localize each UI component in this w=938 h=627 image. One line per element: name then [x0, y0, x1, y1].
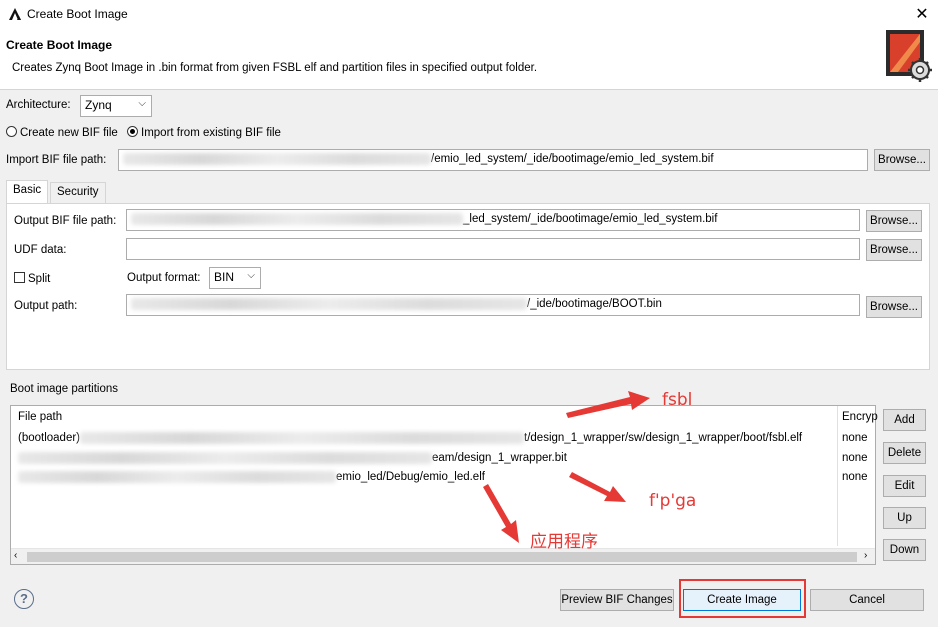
- import-bif-path-input[interactable]: /emio_led_system/_ide/bootimage/emio_led…: [118, 149, 868, 171]
- row-encryption: none: [842, 452, 868, 464]
- radio-create-new-bif[interactable]: Create new BIF file: [6, 126, 118, 139]
- partitions-table[interactable]: File path Encryp (bootloader) t/design_1_…: [10, 405, 878, 565]
- architecture-select[interactable]: Zynq ⌵: [80, 95, 152, 117]
- cancel-button[interactable]: Cancel: [810, 589, 924, 611]
- row-path: eam/design_1_wrapper.bit: [432, 452, 567, 465]
- scrollbar-thumb[interactable]: [27, 552, 857, 562]
- udf-data-input[interactable]: [126, 238, 860, 260]
- output-bif-label: Output BIF file path:: [14, 215, 117, 227]
- help-icon[interactable]: ?: [14, 589, 34, 609]
- radio-icon: [6, 126, 17, 137]
- radio-import-label: Import from existing BIF file: [141, 127, 281, 139]
- output-format-select[interactable]: BIN ⌵: [209, 267, 261, 289]
- row-encryption: none: [842, 432, 868, 444]
- radio-import-bif[interactable]: Import from existing BIF file: [127, 126, 281, 139]
- output-path-browse-button[interactable]: Browse...: [866, 296, 922, 318]
- header-description: Creates Zynq Boot Image in .bin format f…: [12, 62, 538, 74]
- checkbox-icon: [14, 272, 25, 283]
- redacted-path: [18, 452, 432, 464]
- output-format-label: Output format:: [127, 272, 201, 284]
- table-row[interactable]: eam/design_1_wrapper.bit: [18, 452, 567, 464]
- window-titlebar: Create Boot Image ✕: [0, 0, 938, 28]
- column-header-file-path: File path: [18, 411, 63, 423]
- redacted-path: [131, 213, 463, 225]
- redacted-path: [123, 153, 431, 165]
- boot-image-gear-icon: [886, 30, 932, 82]
- table-row[interactable]: (bootloader) t/design_1_wrapper/sw/design…: [18, 432, 802, 444]
- dialog-header: Create Boot Image Creates Zynq Boot Imag…: [0, 28, 938, 90]
- xilinx-logo-icon: [9, 8, 21, 20]
- output-format-value: BIN: [214, 270, 235, 284]
- header-title: Create Boot Image: [6, 38, 113, 52]
- split-label: Split: [28, 273, 51, 285]
- delete-partition-button[interactable]: Delete: [883, 442, 926, 464]
- annotation-fpga: f'p'ga: [649, 491, 697, 511]
- import-bif-label: Import BIF file path:: [6, 154, 107, 166]
- column-divider: [837, 406, 838, 546]
- table-row[interactable]: emio_led/Debug/emio_led.elf: [18, 471, 485, 483]
- tab-security[interactable]: Security: [50, 182, 106, 204]
- tab-basic[interactable]: Basic: [6, 180, 49, 204]
- udf-label: UDF data:: [14, 244, 67, 256]
- output-path-label: Output path:: [14, 300, 78, 312]
- up-partition-button[interactable]: Up: [883, 507, 926, 529]
- row-encryption: none: [842, 471, 868, 483]
- down-partition-button[interactable]: Down: [883, 539, 926, 561]
- architecture-value: Zynq: [85, 98, 112, 112]
- output-bif-value: _led_system/_ide/bootimage/emio_led_syst…: [463, 213, 718, 226]
- row-path: t/design_1_wrapper/sw/design_1_wrapper/b…: [524, 432, 803, 445]
- annotation-app: 应用程序: [530, 532, 598, 552]
- preview-bif-changes-button[interactable]: Preview BIF Changes: [560, 589, 674, 611]
- output-path-input[interactable]: /_ide/bootimage/BOOT.bin: [126, 294, 860, 316]
- annotation-fsbl: fsbl: [662, 390, 693, 410]
- architecture-label: Architecture:: [6, 99, 71, 111]
- scroll-right-icon[interactable]: ›: [864, 550, 867, 561]
- chevron-down-icon: ⌵: [247, 270, 255, 281]
- chevron-down-icon: ⌵: [138, 98, 146, 109]
- output-path-value: /_ide/bootimage/BOOT.bin: [527, 298, 662, 311]
- split-checkbox[interactable]: Split: [14, 272, 50, 285]
- column-header-encryption: Encryp: [842, 411, 878, 423]
- redacted-path: [131, 298, 527, 310]
- redacted-path: [80, 432, 525, 444]
- output-bif-path-input[interactable]: _led_system/_ide/bootimage/emio_led_syst…: [126, 209, 860, 231]
- import-bif-browse-button[interactable]: Browse...: [874, 149, 930, 171]
- redacted-path: [18, 471, 336, 483]
- horizontal-scrollbar[interactable]: ‹ ›: [11, 548, 875, 564]
- import-bif-value: /emio_led_system/_ide/bootimage/emio_led…: [431, 153, 714, 166]
- row-path: emio_led/Debug/emio_led.elf: [336, 471, 485, 484]
- partitions-section-label: Boot image partitions: [10, 383, 119, 395]
- edit-partition-button[interactable]: Edit: [883, 475, 926, 497]
- create-image-button[interactable]: Create Image: [683, 589, 801, 611]
- udf-browse-button[interactable]: Browse...: [866, 239, 922, 261]
- close-icon[interactable]: ✕: [913, 4, 931, 24]
- add-partition-button[interactable]: Add: [883, 409, 926, 431]
- window-title: Create Boot Image: [27, 7, 128, 21]
- scroll-left-icon[interactable]: ‹: [14, 550, 17, 561]
- output-bif-browse-button[interactable]: Browse...: [866, 210, 922, 232]
- radio-create-label: Create new BIF file: [20, 127, 118, 139]
- radio-selected-icon: [127, 126, 138, 137]
- row-prefix: (bootloader): [18, 432, 81, 445]
